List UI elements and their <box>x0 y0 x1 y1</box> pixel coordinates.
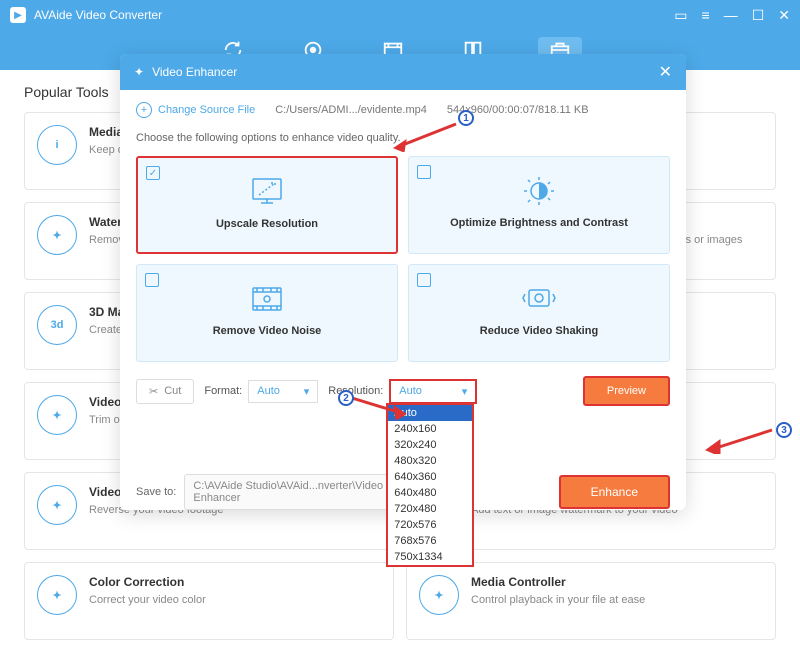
dialog-title: Video Enhancer <box>152 65 237 79</box>
option-icon <box>419 173 659 209</box>
titlebar: ▶ AVAide Video Converter ▭ ≡ — ☐ ✕ <box>0 0 800 30</box>
resolution-option[interactable]: 320x240 <box>388 437 472 453</box>
card-icon: ✦ <box>37 575 77 615</box>
card-icon: ✦ <box>37 485 77 525</box>
card-desc: Correct your video color <box>89 593 206 608</box>
checkbox-icon[interactable] <box>417 273 431 287</box>
annotation-marker-1: 1 <box>458 110 474 126</box>
enhance-button[interactable]: Enhance <box>559 475 670 509</box>
card-desc: Control playback in your file at ease <box>471 593 645 608</box>
option-icon <box>147 281 387 317</box>
plus-icon: + <box>136 102 152 118</box>
annotation-arrow-1 <box>390 122 460 157</box>
cut-button[interactable]: ✂ Cut <box>136 379 194 404</box>
format-select[interactable]: Auto ▾ <box>248 380 318 403</box>
format-label: Format: <box>204 385 242 397</box>
resolution-option[interactable]: 768x576 <box>388 533 472 549</box>
enhance-option[interactable]: ✓ Upscale Resolution <box>136 156 398 254</box>
app-title: AVAide Video Converter <box>34 8 162 22</box>
resolution-option[interactable]: 720x480 <box>388 501 472 517</box>
annotation-arrow-3 <box>700 428 776 459</box>
annotation-arrow-2 <box>350 394 410 425</box>
preview-button[interactable]: Preview <box>583 376 670 406</box>
format-control: Format: Auto ▾ <box>204 380 318 403</box>
card-icon: 3d <box>37 305 77 345</box>
option-icon <box>148 174 386 210</box>
wand-icon: ✦ <box>134 65 144 79</box>
maximize-icon[interactable]: ☐ <box>752 7 765 24</box>
source-row: + Change Source File C:/Users/ADMI.../ev… <box>136 102 670 118</box>
resolution-option[interactable]: 640x360 <box>388 469 472 485</box>
card-icon: ✦ <box>419 575 459 615</box>
card-icon: i <box>37 125 77 165</box>
dialog-header: ✦ Video Enhancer ✕ <box>120 54 686 90</box>
checkbox-icon[interactable] <box>417 165 431 179</box>
scissors-icon: ✂ <box>149 385 158 398</box>
resolution-option[interactable]: 640x480 <box>388 485 472 501</box>
source-path: C:/Users/ADMI.../evidente.mp4 <box>275 104 427 116</box>
enhance-options-grid: ✓ Upscale Resolution Optimize Brightness a… <box>136 156 670 362</box>
enhance-option[interactable]: Remove Video Noise <box>136 264 398 362</box>
option-label: Optimize Brightness and Contrast <box>419 217 659 229</box>
minimize-icon[interactable]: — <box>724 7 738 24</box>
resolution-option[interactable]: 750x1334 <box>388 549 472 565</box>
window-controls: ▭ ≡ — ☐ ✕ <box>674 7 790 24</box>
enhance-option[interactable]: Reduce Video Shaking <box>408 264 670 362</box>
checkbox-icon[interactable] <box>145 273 159 287</box>
resolution-option[interactable]: 720x576 <box>388 517 472 533</box>
app-logo: ▶ <box>10 7 26 23</box>
tool-card[interactable]: ✦ Color Correction Correct your video colo… <box>24 562 394 640</box>
checkbox-icon[interactable]: ✓ <box>146 166 160 180</box>
menu-icon[interactable]: ▭ <box>674 7 687 24</box>
dialog-close-icon[interactable]: ✕ <box>659 62 672 82</box>
card-title: Color Correction <box>89 575 206 589</box>
card-title: Media Controller <box>471 575 645 589</box>
option-label: Remove Video Noise <box>147 325 387 337</box>
option-label: Upscale Resolution <box>148 218 386 230</box>
chevron-down-icon: ▾ <box>462 385 468 398</box>
enhance-option[interactable]: Optimize Brightness and Contrast <box>408 156 670 254</box>
settings-icon[interactable]: ≡ <box>702 7 710 24</box>
card-icon: ✦ <box>37 215 77 255</box>
card-icon: ✦ <box>37 395 77 435</box>
option-label: Reduce Video Shaking <box>419 325 659 337</box>
resolution-dropdown[interactable]: Auto240x160320x240480x320640x360640x4807… <box>386 403 474 567</box>
annotation-marker-3: 3 <box>776 422 792 438</box>
save-label: Save to: <box>136 486 176 498</box>
tool-card[interactable]: ✦ Media Controller Control playback in you… <box>406 562 776 640</box>
annotation-marker-2: 2 <box>338 390 354 406</box>
resolution-option[interactable]: 480x320 <box>388 453 472 469</box>
close-icon[interactable]: ✕ <box>778 7 790 24</box>
option-icon <box>419 281 659 317</box>
change-source-button[interactable]: + Change Source File <box>136 102 255 118</box>
chevron-down-icon: ▾ <box>304 385 310 398</box>
